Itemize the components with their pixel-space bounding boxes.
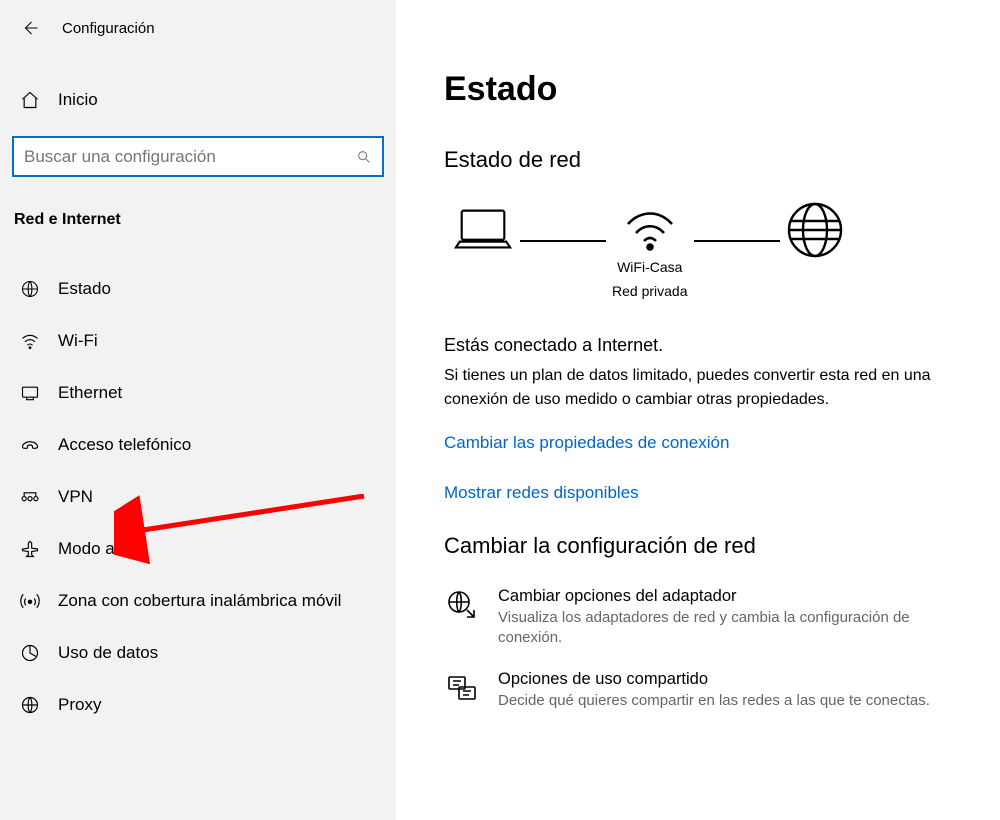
home-icon — [20, 90, 40, 110]
nav-item-estado[interactable]: Estado — [12, 263, 384, 315]
sidebar-header: Configuración — [12, 18, 384, 38]
nav-label: Acceso telefónico — [58, 435, 191, 455]
nav-item-dialup[interactable]: Acceso telefónico — [12, 419, 384, 471]
adapter-options-icon — [444, 587, 480, 623]
nav-label: Uso de datos — [58, 643, 158, 663]
airplane-icon — [20, 539, 40, 559]
nav-item-proxy[interactable]: Proxy — [12, 679, 384, 731]
change-network-heading: Cambiar la configuración de red — [444, 533, 968, 559]
sharing-options-row[interactable]: Opciones de uso compartido Decide qué qu… — [444, 670, 968, 711]
main-content: Estado Estado de red WiFi-Casa Red priva… — [396, 0, 1000, 820]
adapter-options-row[interactable]: Cambiar opciones del adaptador Visualiza… — [444, 587, 968, 649]
back-button[interactable] — [20, 18, 40, 38]
nav-item-vpn[interactable]: VPN — [12, 471, 384, 523]
nav-item-ethernet[interactable]: Ethernet — [12, 367, 384, 419]
sharing-options-title: Opciones de uso compartido — [498, 670, 930, 689]
nav-label: Ethernet — [58, 383, 122, 403]
connection-line — [694, 240, 780, 242]
network-type: Red privada — [612, 282, 688, 300]
nav-item-data-usage[interactable]: Uso de datos — [12, 627, 384, 679]
connection-status-desc: Si tienes un plan de datos limitado, pue… — [444, 364, 968, 410]
status-icon — [20, 279, 40, 299]
nav-label: Proxy — [58, 695, 101, 715]
nav-item-hotspot[interactable]: Zona con cobertura inalámbrica móvil — [12, 575, 384, 627]
adapter-options-desc: Visualiza los adaptadores de red y cambi… — [498, 608, 968, 649]
nav-label: VPN — [58, 487, 93, 507]
connection-line — [520, 240, 606, 242]
hotspot-icon — [20, 591, 40, 611]
internet-globe-icon — [786, 201, 844, 307]
sharing-options-desc: Decide qué quieres compartir en las rede… — [498, 691, 930, 711]
settings-title: Configuración — [62, 20, 155, 37]
nav-label: Estado — [58, 279, 111, 299]
proxy-icon — [20, 695, 40, 715]
nav-item-airplane[interactable]: Modo avión — [12, 523, 384, 575]
dialup-icon — [20, 435, 40, 455]
search-input[interactable] — [24, 147, 356, 167]
wifi-network-icon: WiFi-Casa Red privada — [612, 208, 688, 300]
sharing-options-icon — [444, 670, 480, 706]
change-connection-properties-link[interactable]: Cambiar las propiedades de conexión — [444, 433, 968, 453]
nav-item-wifi[interactable]: Wi-Fi — [12, 315, 384, 367]
network-name: WiFi-Casa — [617, 258, 682, 276]
nav-list: Estado Wi-Fi Ethernet Acceso telefónico … — [12, 263, 384, 731]
sidebar: Configuración Inicio Red e Internet Esta… — [0, 0, 396, 820]
search-box[interactable] — [12, 136, 384, 177]
back-arrow-icon — [21, 19, 39, 37]
section-title: Red e Internet — [12, 211, 384, 229]
nav-label: Wi-Fi — [58, 331, 98, 351]
home-button[interactable]: Inicio — [12, 82, 384, 118]
search-icon — [356, 149, 372, 165]
laptop-icon — [452, 204, 514, 304]
network-diagram: WiFi-Casa Red privada — [444, 201, 968, 307]
page-heading: Estado — [444, 70, 968, 109]
ethernet-icon — [20, 383, 40, 403]
adapter-options-title: Cambiar opciones del adaptador — [498, 587, 968, 606]
data-usage-icon — [20, 643, 40, 663]
wifi-icon — [20, 331, 40, 351]
show-available-networks-link[interactable]: Mostrar redes disponibles — [444, 483, 968, 503]
network-status-heading: Estado de red — [444, 147, 968, 173]
connection-status-title: Estás conectado a Internet. — [444, 335, 968, 356]
home-label: Inicio — [58, 90, 98, 110]
nav-label: Modo avión — [58, 539, 146, 559]
nav-label: Zona con cobertura inalámbrica móvil — [58, 591, 341, 611]
vpn-icon — [20, 487, 40, 507]
